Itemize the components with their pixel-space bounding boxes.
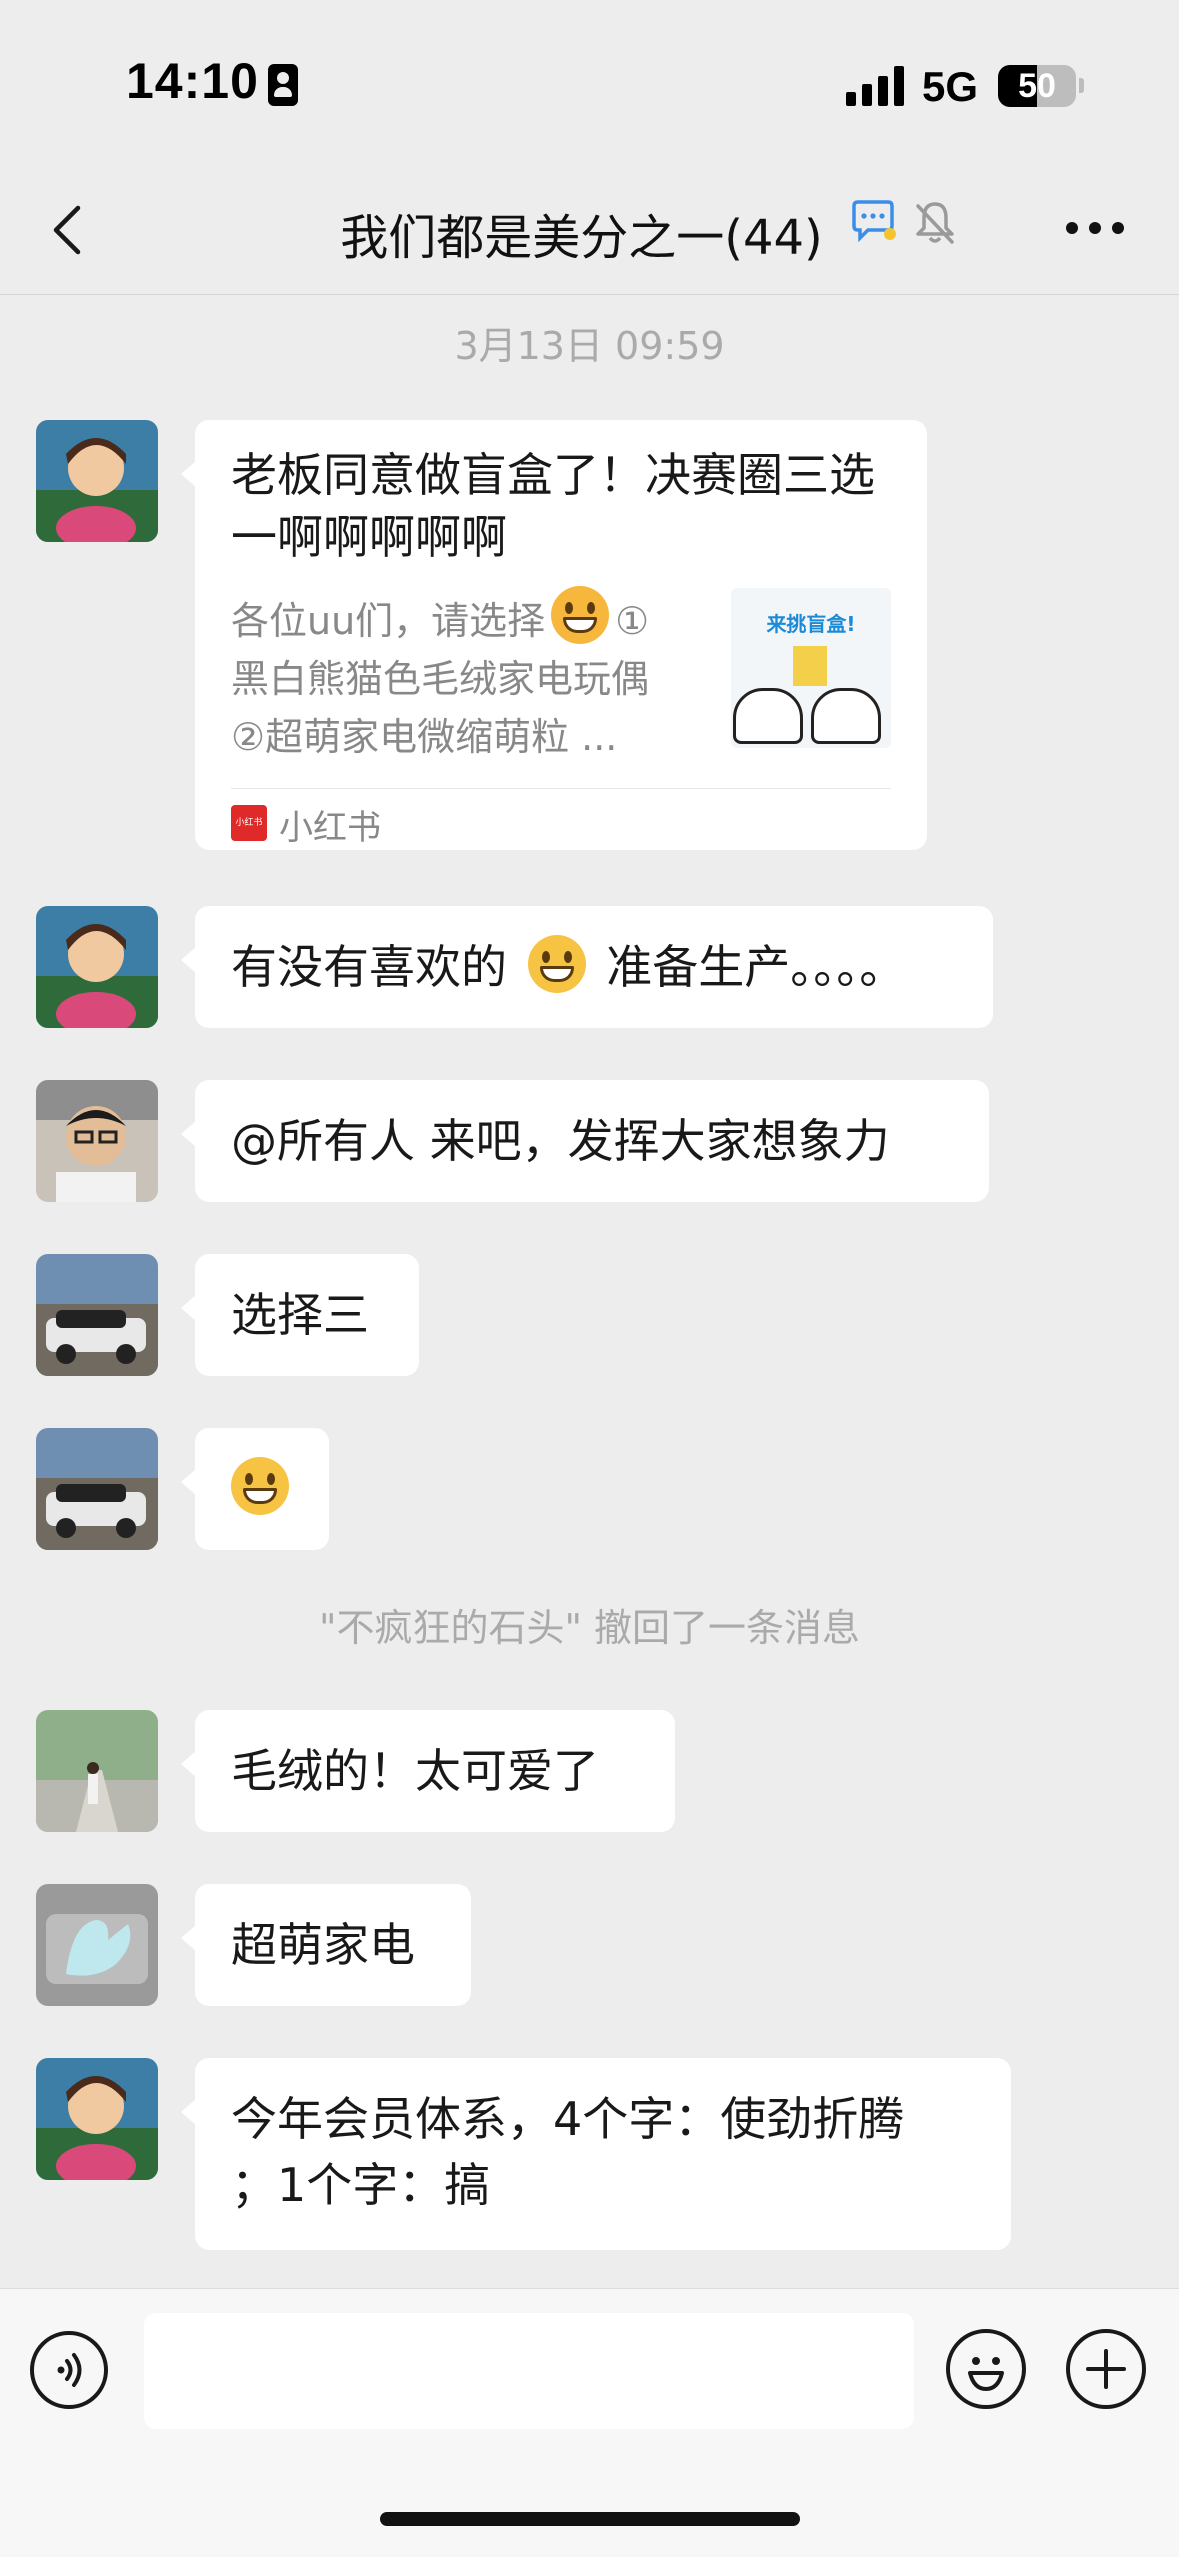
thumbnail-caption: 来挑盲盒! bbox=[766, 612, 856, 636]
emoji-picker-icon[interactable] bbox=[946, 2329, 1026, 2409]
mute-bell-icon bbox=[916, 202, 954, 244]
chat-group-icon bbox=[852, 200, 896, 243]
card-divider bbox=[231, 788, 891, 789]
avatar[interactable] bbox=[36, 1254, 158, 1376]
chat-header: 我们都是美分之一(44) bbox=[0, 170, 1179, 295]
home-indicator bbox=[380, 2512, 800, 2526]
blind-box-image bbox=[793, 646, 827, 686]
status-time: 14:10 bbox=[126, 53, 259, 109]
avatar[interactable] bbox=[36, 1080, 158, 1202]
avatar[interactable] bbox=[36, 1710, 158, 1832]
card-source: 小红书 bbox=[279, 808, 381, 848]
avatar[interactable] bbox=[36, 906, 158, 1028]
avatar[interactable] bbox=[36, 1428, 158, 1550]
xiaohongshu-logo-icon: 小红书 bbox=[231, 805, 267, 841]
card-thumbnail: 来挑盲盒! bbox=[731, 588, 891, 748]
more-actions-plus-icon[interactable] bbox=[1066, 2329, 1146, 2409]
status-bar: 14:10 5G 50 bbox=[0, 0, 1179, 170]
message-bubble[interactable]: 今年会员体系，4个字：使劲折腾 ；1个字：搞 bbox=[181, 2058, 1011, 2250]
shared-link-card[interactable]: 老板同意做盲盒了！决赛圈三选一啊啊啊啊啊 各位uu们，请选择 ① 黑白熊猫色毛绒家… bbox=[181, 420, 927, 850]
message-bubble[interactable]: @所有人 来吧，发挥大家想象力 bbox=[181, 1080, 989, 1202]
message-bubble[interactable] bbox=[181, 1428, 329, 1550]
avatar[interactable] bbox=[36, 2058, 158, 2180]
voice-input-icon[interactable] bbox=[30, 2331, 108, 2409]
message-bubble[interactable]: 毛绒的！太可爱了 bbox=[181, 1710, 675, 1832]
grinning-face-icon bbox=[527, 935, 586, 993]
more-options-icon[interactable] bbox=[1060, 200, 1130, 250]
panda-image bbox=[733, 688, 803, 744]
battery-tip bbox=[1079, 78, 1084, 93]
grinning-face-icon bbox=[231, 1457, 289, 1515]
focus-mode-icon bbox=[268, 64, 298, 106]
signal-icon bbox=[846, 66, 906, 106]
panda-image bbox=[811, 688, 881, 744]
message-bubble[interactable]: 选择三 bbox=[181, 1254, 419, 1376]
chat-title: 我们都是美分之一(44) bbox=[340, 210, 823, 266]
message-input[interactable] bbox=[144, 2313, 914, 2429]
smiling-face-hearts-icon bbox=[551, 586, 610, 644]
network-type: 5G bbox=[922, 63, 979, 110]
message-bubble[interactable]: 超萌家电 bbox=[181, 1884, 471, 2006]
avatar[interactable] bbox=[36, 420, 158, 542]
battery-icon: 50 bbox=[998, 65, 1076, 107]
recall-notice: "不疯狂的石头" 撤回了一条消息 bbox=[318, 1606, 861, 1650]
message-bubble[interactable]: 有没有喜欢的 准备生产。。。。 bbox=[181, 906, 993, 1028]
battery-level: 50 bbox=[1018, 67, 1056, 105]
card-title: 老板同意做盲盒了！决赛圈三选一啊啊啊啊啊 bbox=[231, 448, 875, 564]
avatar[interactable] bbox=[36, 1884, 158, 2006]
message-timestamp: 3月13日 09:59 bbox=[454, 324, 725, 368]
card-description: 各位uu们，请选择 ① 黑白熊猫色毛绒家电玩偶 ②超萌家电微缩萌粒 ... bbox=[231, 586, 711, 766]
